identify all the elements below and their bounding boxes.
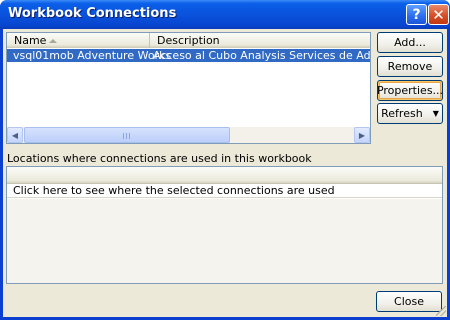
scroll-right-button[interactable]: ▶ bbox=[354, 127, 370, 143]
column-header-description[interactable]: Description bbox=[150, 33, 370, 48]
sort-ascending-icon bbox=[49, 39, 57, 43]
list-row-selected[interactable]: vsql01mob Adventure Works Acceso al Cubo… bbox=[7, 49, 370, 62]
column-header-name[interactable]: Name bbox=[7, 33, 150, 48]
list-header: Name Description bbox=[7, 33, 370, 48]
close-window-button[interactable]: ✕ bbox=[428, 4, 449, 25]
scroll-left-button[interactable]: ◀ bbox=[7, 127, 23, 143]
refresh-button-label: Refresh bbox=[381, 107, 423, 120]
dialog-title: Workbook Connections bbox=[8, 6, 177, 21]
add-button[interactable]: Add... bbox=[377, 32, 443, 53]
locations-empty-area bbox=[7, 199, 442, 283]
locations-section-label: Locations where connections are used in … bbox=[7, 152, 312, 165]
close-button-label: Close bbox=[394, 295, 424, 308]
scrollbar-thumb[interactable] bbox=[24, 127, 230, 143]
remove-button-label: Remove bbox=[387, 60, 433, 73]
title-bar[interactable]: Workbook Connections ? ✕ bbox=[0, 0, 450, 29]
close-icon: ✕ bbox=[432, 5, 445, 24]
column-header-label: Description bbox=[157, 34, 220, 47]
locations-header bbox=[7, 167, 442, 184]
horizontal-scrollbar[interactable]: ◀ ▶ bbox=[7, 127, 370, 143]
connection-name-cell: vsql01mob Adventure Works bbox=[13, 49, 172, 62]
refresh-dropdown-button[interactable]: Refresh ▼ bbox=[377, 103, 443, 124]
resize-grip-icon[interactable] bbox=[436, 306, 446, 316]
question-mark-icon: ? bbox=[412, 6, 421, 23]
close-button[interactable]: Close bbox=[376, 291, 442, 312]
workbook-connections-dialog: Workbook Connections ? ✕ Name Descriptio… bbox=[0, 0, 450, 320]
properties-button[interactable]: Properties... bbox=[377, 80, 443, 101]
properties-button-label: Properties... bbox=[376, 84, 444, 97]
dropdown-arrow-icon: ▼ bbox=[432, 109, 439, 118]
remove-button[interactable]: Remove bbox=[377, 56, 443, 77]
chevron-right-icon: ▶ bbox=[358, 130, 366, 140]
connection-description-cell: Acceso al Cubo Analysis Services de Adve… bbox=[153, 49, 370, 62]
chevron-left-icon: ◀ bbox=[11, 130, 19, 140]
locations-list[interactable]: Click here to see where the selected con… bbox=[6, 166, 443, 284]
grip-icon bbox=[123, 133, 132, 139]
column-header-label: Name bbox=[14, 34, 47, 47]
help-button[interactable]: ? bbox=[406, 4, 427, 25]
add-button-label: Add... bbox=[394, 36, 426, 49]
locations-prompt-row[interactable]: Click here to see where the selected con… bbox=[7, 184, 442, 198]
dialog-body: Name Description vsql01mob Adventure Wor… bbox=[3, 29, 447, 317]
connections-list[interactable]: Name Description vsql01mob Adventure Wor… bbox=[6, 32, 371, 144]
